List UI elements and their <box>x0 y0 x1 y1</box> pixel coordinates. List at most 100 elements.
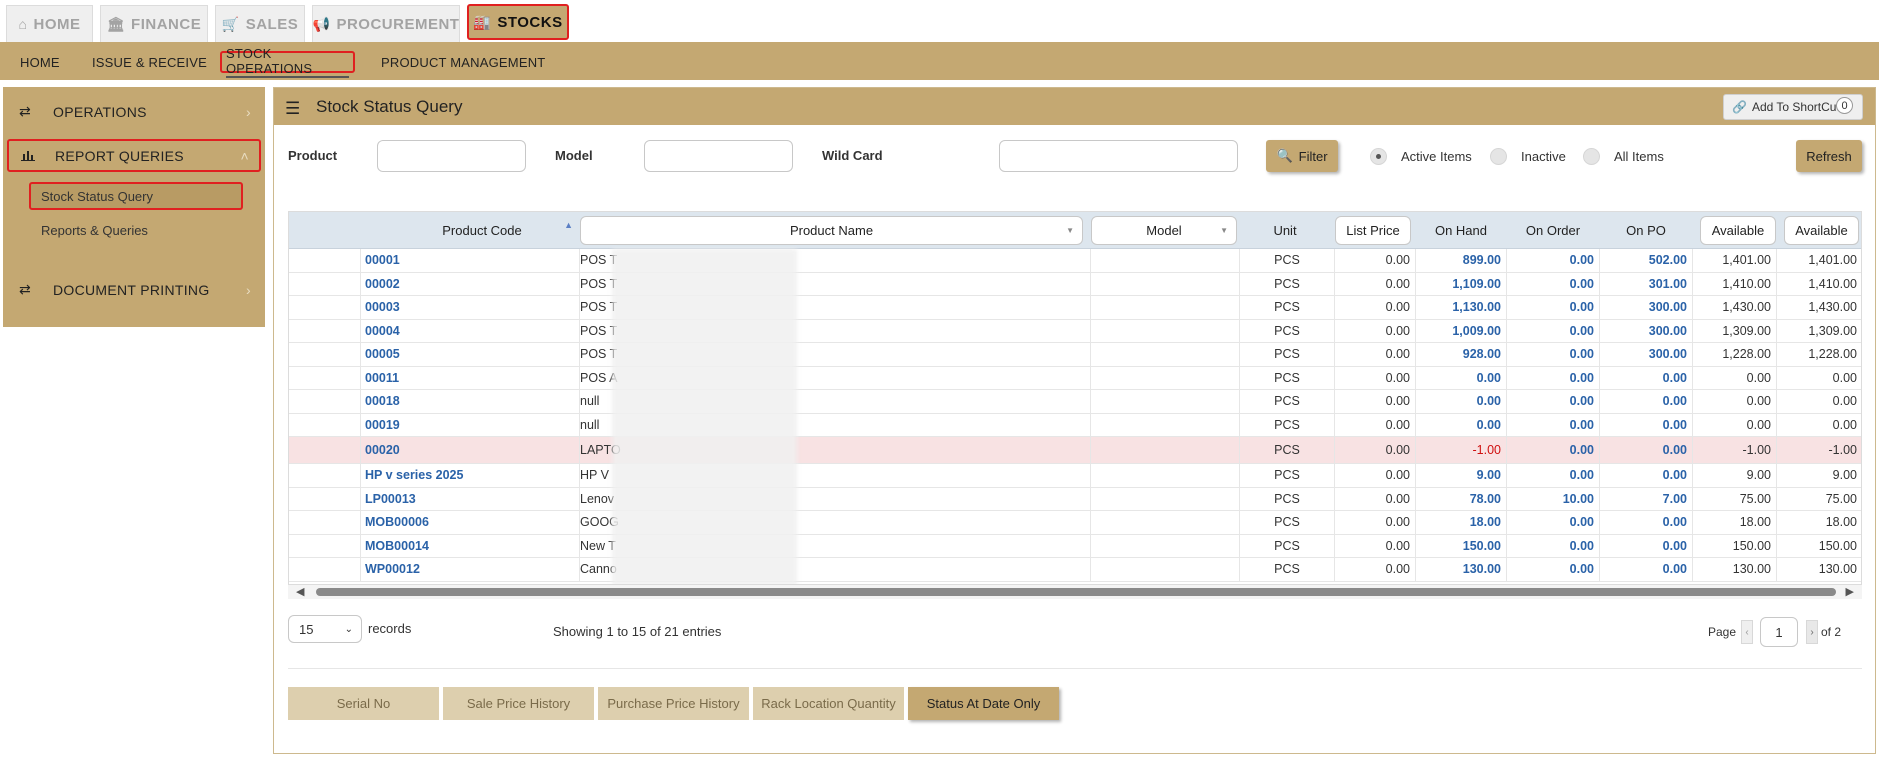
cell-product-code[interactable]: 00001 <box>361 249 580 272</box>
row-selector <box>289 249 361 272</box>
radio-inactive[interactable] <box>1490 148 1507 165</box>
table-row[interactable]: WP00012 Canno PCS 0.00 130.00 0.00 0.00 130.00 1… <box>289 558 1861 582</box>
horizontal-scrollbar[interactable]: ◀ ▶ <box>288 585 1862 599</box>
sidebar-subitem-reports-queries[interactable]: Reports & Queries <box>29 216 148 244</box>
tab-rack-location-quantity[interactable]: Rack Location Quantity <box>753 687 904 720</box>
row-selector <box>289 413 361 436</box>
sidebar-item-operations[interactable]: ⇄ OPERATIONS › <box>7 95 261 128</box>
hamburger-icon[interactable]: ☰ <box>285 99 300 119</box>
tab-status-at-date-only[interactable]: Status At Date Only <box>908 687 1059 720</box>
sidebar-item-document-printing[interactable]: ⇄ DOCUMENT PRINTING › <box>7 273 261 306</box>
prev-page-button[interactable]: ‹ <box>1741 620 1753 644</box>
tab-finance[interactable]: 🏛 FINANCE <box>100 5 208 42</box>
cell-product-code[interactable]: MOB00014 <box>361 534 580 557</box>
filter-button-label: Filter <box>1298 148 1328 164</box>
table-row[interactable]: 00019 null PCS 0.00 0.00 0.00 0.00 0.00 0.00 <box>289 413 1861 437</box>
cell-available-2: 130.00 <box>1777 558 1861 581</box>
cell-product-code[interactable]: 00005 <box>361 343 580 366</box>
refresh-button[interactable]: Refresh <box>1796 140 1862 172</box>
cell-product-code[interactable]: MOB00006 <box>361 511 580 534</box>
col-header-list-price[interactable]: List Price <box>1335 212 1411 249</box>
wildcard-input[interactable] <box>999 140 1238 172</box>
cell-available-2: 75.00 <box>1777 488 1861 511</box>
radio-all-items[interactable] <box>1583 148 1600 165</box>
scroll-right-icon[interactable]: ▶ <box>1846 585 1854 598</box>
tab-sale-price-history[interactable]: Sale Price History <box>443 687 594 720</box>
col-header-available-1[interactable]: Available <box>1700 212 1776 249</box>
col-header-unit-label: Unit <box>1273 223 1297 238</box>
subnav-product-management[interactable]: PRODUCT MANAGEMENT <box>381 51 545 73</box>
page-size-select[interactable]: 15 ⌄ <box>288 615 362 643</box>
col-header-product-name[interactable]: Product Name ▼ <box>580 212 1083 249</box>
cell-on-hand: 130.00 <box>1416 558 1507 581</box>
table-row[interactable]: LP00013 Lenov PCS 0.00 78.00 10.00 7.00 75.00 75… <box>289 487 1861 511</box>
col-header-on-order-label: On Order <box>1525 223 1581 238</box>
product-input[interactable] <box>377 140 526 172</box>
cell-on-order: 0.00 <box>1507 272 1600 295</box>
table-row[interactable]: 00002 POS T PCS 0.00 1,109.00 0.00 301.00 1,410… <box>289 272 1861 296</box>
cell-model <box>1091 534 1240 557</box>
tab-purchase-price-history[interactable]: Purchase Price History <box>598 687 749 720</box>
tab-serial-no[interactable]: Serial No <box>288 687 439 720</box>
model-input[interactable] <box>644 140 793 172</box>
table-row[interactable]: HP v series 2025 HP V PCS 0.00 9.00 0.00 0.00 9… <box>289 464 1861 488</box>
cell-model <box>1091 390 1240 413</box>
sidebar-subitem-stock-status-query[interactable]: Stock Status Query <box>29 182 243 210</box>
tab-stocks[interactable]: 🏭 STOCKS <box>467 4 569 40</box>
radio-active-items[interactable] <box>1370 148 1387 165</box>
subnav-home[interactable]: HOME <box>20 51 60 73</box>
cell-on-hand: 0.00 <box>1416 413 1507 436</box>
sub-nav-bar: HOME ISSUE & RECEIVE STOCK OPERATIONS PR… <box>0 42 1879 80</box>
table-row[interactable]: 00001 POS T PCS 0.00 899.00 0.00 502.00 1,401.0… <box>289 249 1861 273</box>
table-row[interactable]: 00011 POS A PCS 0.00 0.00 0.00 0.00 0.00 0.00 <box>289 366 1861 390</box>
table-row[interactable]: 00020 LAPTO PCS 0.00 -1.00 0.00 0.00 -1.00 -1.00 <box>289 437 1861 464</box>
col-header-unit[interactable]: Unit <box>1240 212 1330 249</box>
cell-product-code[interactable]: 00003 <box>361 296 580 319</box>
cell-product-code[interactable]: 00018 <box>361 390 580 413</box>
cell-product-code[interactable]: LP00013 <box>361 487 580 510</box>
tab-home[interactable]: ⌂ HOME <box>6 5 93 42</box>
cell-model <box>1091 558 1240 581</box>
cell-on-hand: -1.00 <box>1416 437 1507 463</box>
tab-procurement[interactable]: 📢 PROCUREMENT <box>312 5 460 42</box>
table-row[interactable]: MOB00006 GOOG PCS 0.00 18.00 0.00 0.00 18.00 18.… <box>289 511 1861 535</box>
exchange-icon: ⇄ <box>19 103 32 119</box>
col-header-on-order[interactable]: On Order <box>1507 212 1599 249</box>
table-row[interactable]: 00004 POS T PCS 0.00 1,009.00 0.00 300.00 1,309… <box>289 319 1861 343</box>
cell-on-hand: 78.00 <box>1416 487 1507 510</box>
cell-product-code[interactable]: 00011 <box>361 366 580 389</box>
page-number-input[interactable]: 1 <box>1760 617 1798 647</box>
sidebar-item-report-queries[interactable]: REPORT QUERIES ˄ <box>7 139 261 172</box>
cell-product-code[interactable]: WP00012 <box>361 558 580 581</box>
table-row[interactable]: 00018 null PCS 0.00 0.00 0.00 0.00 0.00 0.00 <box>289 390 1861 414</box>
cell-product-code[interactable]: 00019 <box>361 413 580 436</box>
subnav-issue-receive[interactable]: ISSUE & RECEIVE <box>92 51 207 73</box>
table-row[interactable]: MOB00014 New T PCS 0.00 150.00 0.00 0.00 150.00… <box>289 534 1861 558</box>
cell-product-code[interactable]: HP v series 2025 <box>361 464 580 487</box>
cell-on-po: 301.00 <box>1600 272 1693 295</box>
cell-model <box>1091 437 1240 463</box>
cell-product-code[interactable]: 00020 <box>361 437 580 463</box>
table-row[interactable]: 00005 POS T PCS 0.00 928.00 0.00 300.00 1,228.0… <box>289 343 1861 367</box>
col-header-available-2[interactable]: Available <box>1784 212 1859 249</box>
col-header-model[interactable]: Model ▼ <box>1091 212 1237 249</box>
cell-available-2: 150.00 <box>1777 535 1861 558</box>
cell-available-1: 1,309.00 <box>1693 319 1777 342</box>
col-header-on-hand[interactable]: On Hand <box>1416 212 1506 249</box>
cell-on-order: 10.00 <box>1507 487 1600 510</box>
table-row[interactable]: 00003 POS T PCS 0.00 1,130.00 0.00 300.00 1,430… <box>289 296 1861 320</box>
filter-button[interactable]: 🔍 Filter <box>1266 140 1338 172</box>
cell-product-code[interactable]: 00002 <box>361 272 580 295</box>
next-page-button[interactable]: › <box>1806 620 1818 644</box>
tab-sales[interactable]: 🛒 SALES <box>215 5 305 42</box>
subnav-stock-operations[interactable]: STOCK OPERATIONS <box>220 46 355 78</box>
scrollbar-thumb[interactable] <box>316 588 1836 596</box>
sort-asc-icon: ▲ <box>564 220 573 230</box>
scroll-left-icon[interactable]: ◀ <box>296 585 304 598</box>
cell-unit: PCS <box>1240 437 1335 463</box>
row-selector <box>289 534 361 557</box>
cell-unit: PCS <box>1240 487 1335 510</box>
cell-product-code[interactable]: 00004 <box>361 319 580 342</box>
col-header-on-po[interactable]: On PO <box>1600 212 1692 249</box>
col-header-product-code[interactable]: Product Code ▲ <box>361 212 603 249</box>
